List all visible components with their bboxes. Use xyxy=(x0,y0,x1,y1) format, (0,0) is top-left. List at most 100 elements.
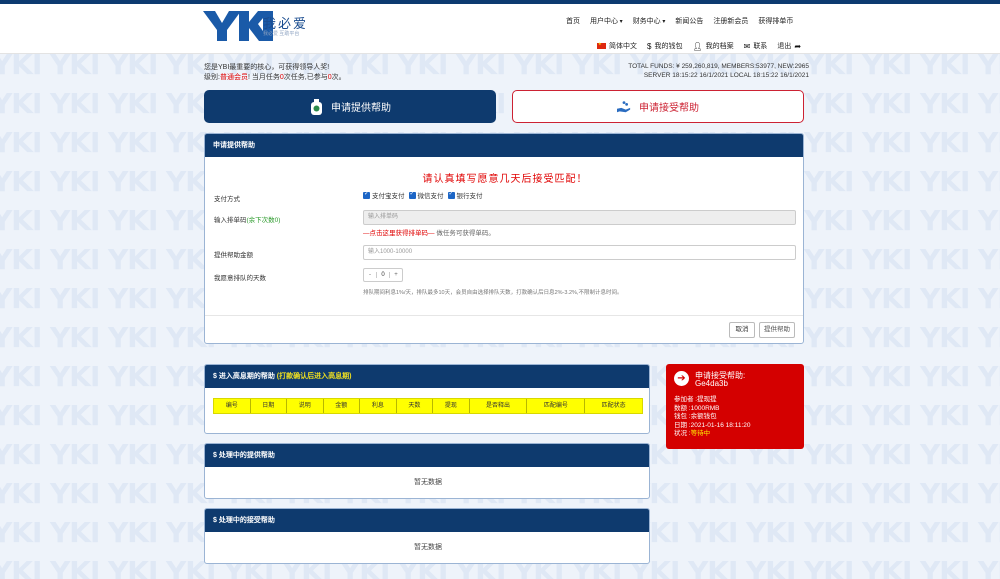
watermark-tile: YKI xyxy=(920,321,970,354)
share-arrow-icon: ➦ xyxy=(794,41,802,51)
watermark-tile: YKI xyxy=(50,165,100,198)
form-title: 申请提供帮助 xyxy=(205,134,803,157)
col-amount: 金额 xyxy=(324,399,361,413)
watermark-tile: YKI xyxy=(804,165,854,198)
watermark-tile: YKI xyxy=(920,399,970,432)
watermark-tile: YKI xyxy=(108,360,158,393)
main-nav: 首页 用户中心 财务中心 新闻公告 注册新会员 获得排单币 xyxy=(566,16,803,26)
language-selector[interactable]: 简体中文 xyxy=(597,41,637,51)
watermark-tile: YKI xyxy=(920,438,970,471)
site-stats: TOTAL FUNDS: ¥ 259,260,819, MEMBERS:5397… xyxy=(628,62,809,80)
col-date: 日期 xyxy=(251,399,288,413)
nav-news[interactable]: 新闻公告 xyxy=(675,16,703,26)
watermark-tile: YKI xyxy=(340,54,390,81)
high-interest-note: (打款确认后进入高息期) xyxy=(276,373,352,380)
watermark-tile: YKI xyxy=(0,360,42,393)
envelope-icon: ✉ xyxy=(743,41,751,51)
watermark-tile: YKI xyxy=(978,54,1000,81)
provide-help-button[interactable]: 申请提供帮助 xyxy=(204,90,496,123)
watermark-tile: YKI xyxy=(920,555,970,579)
nav-home[interactable]: 首页 xyxy=(566,16,580,26)
watermark-tile: YKI xyxy=(0,321,42,354)
processing-provide-panel: $ 处理中的提供帮助 暂无数据 xyxy=(204,443,650,499)
watermark-tile: YKI xyxy=(862,399,912,432)
watermark-tile: YKI xyxy=(862,321,912,354)
receive-help-button[interactable]: 申请接受帮助 xyxy=(512,90,804,123)
alipay-checkbox[interactable] xyxy=(363,190,370,199)
nav-register[interactable]: 注册新会员 xyxy=(713,16,748,26)
watermark-tile: YKI xyxy=(50,204,100,237)
nav-user-center[interactable]: 用户中心 xyxy=(590,16,623,26)
watermark-tile: YKI xyxy=(746,516,796,549)
request-card-code: Ge4da3b xyxy=(695,379,728,388)
watermark-tile: YKI xyxy=(804,243,854,276)
high-interest-panel: $ 进入高息期的帮助 (打款确认后进入高息期) 编号 日期 说明 金额 利息 天… xyxy=(204,364,650,434)
watermark-tile: YKI xyxy=(0,477,42,510)
queue-days-stepper[interactable]: - 0 + xyxy=(363,268,403,282)
watermark-tile: YKI xyxy=(50,243,100,276)
receive-request-card[interactable]: ➔ 申请接受帮助: Ge4da3b 参加者 :提现提 数额 :1000RMB 钱… xyxy=(666,364,804,449)
queue-code-remaining: (余下次数0) xyxy=(246,217,281,224)
watermark-tile: YKI xyxy=(50,555,100,579)
watermark-tile: YKI xyxy=(50,477,100,510)
watermark-tile: YKI xyxy=(978,321,1000,354)
china-flag-icon xyxy=(597,41,606,49)
receive-help-label: 申请接受帮助 xyxy=(639,103,699,114)
watermark-tile: YKI xyxy=(108,87,158,120)
watermark-tile: YKI xyxy=(978,282,1000,315)
bank-label: 银行支付 xyxy=(456,193,483,200)
watermark-tile: YKI xyxy=(862,87,912,120)
watermark-tile: YKI xyxy=(108,438,158,471)
watermark-tile: YKI xyxy=(0,399,42,432)
watermark-tile: YKI xyxy=(108,321,158,354)
contact-link[interactable]: ✉ 联系 xyxy=(744,41,768,51)
queue-code-label: 输入排单码(余下次数0) xyxy=(214,214,280,224)
watermark-tile: YKI xyxy=(978,438,1000,471)
cancel-button[interactable]: 取消 xyxy=(729,322,755,338)
user-icon: 👤︎ xyxy=(692,41,703,51)
language-label: 简体中文 xyxy=(609,43,637,50)
watermark-tile: YKI xyxy=(862,165,912,198)
amount-input[interactable]: 输入1000-10000 xyxy=(363,245,796,260)
nav-finance-center[interactable]: 财务中心 xyxy=(633,16,666,26)
watermark-tile: YKI xyxy=(862,360,912,393)
request-wallet: 钱包 :余额钱包 xyxy=(674,413,717,420)
watermark-tile: YKI xyxy=(862,204,912,237)
watermark-tile: YKI xyxy=(862,516,912,549)
days-minus-button[interactable]: - xyxy=(364,272,376,278)
nav-get-coins[interactable]: 获得排单币 xyxy=(758,16,793,26)
watermark-tile: YKI xyxy=(920,282,970,315)
watermark-tile: YKI xyxy=(920,87,970,120)
days-value: 0 xyxy=(376,272,390,278)
logout-link[interactable]: 退出 ➦ xyxy=(777,41,804,51)
watermark-tile: YKI xyxy=(978,126,1000,159)
watermark-tile: YKI xyxy=(0,555,42,579)
watermark-tile: YKI xyxy=(0,516,42,549)
get-code-link[interactable]: —点击这里获得排单码— 做任务可获得单码。 xyxy=(363,227,495,237)
watermark-tile: YKI xyxy=(108,516,158,549)
watermark-tile: YKI xyxy=(0,243,42,276)
watermark-tile: YKI xyxy=(108,204,158,237)
watermark-tile: YKI xyxy=(978,243,1000,276)
request-card-details: 参加者 :提现提 数额 :1000RMB 钱包 :余额钱包 日期 :2021-0… xyxy=(674,396,751,439)
bank-checkbox[interactable] xyxy=(447,190,455,199)
watermark-tile: YKI xyxy=(978,477,1000,510)
watermark-tile: YKI xyxy=(50,126,100,159)
watermark-tile: YKI xyxy=(920,165,970,198)
wechat-checkbox[interactable] xyxy=(408,190,416,199)
submit-provide-button[interactable]: 提供帮助 xyxy=(759,322,795,338)
watermark-tile: YKI xyxy=(0,126,42,159)
alipay-label: 支付宝支付 xyxy=(372,193,405,200)
watermark-tile: YKI xyxy=(108,243,158,276)
watermark-tile: YKI xyxy=(572,54,622,81)
watermark-tile: YKI xyxy=(0,165,42,198)
watermark-tile: YKI xyxy=(0,204,42,237)
watermark-tile: YKI xyxy=(804,399,854,432)
hand-coins-icon xyxy=(617,99,631,115)
form-footer xyxy=(205,315,803,343)
watermark-tile: YKI xyxy=(108,282,158,315)
profile-link[interactable]: 👤︎ 我的档案 xyxy=(692,41,733,51)
days-plus-button[interactable]: + xyxy=(390,272,402,278)
queue-code-input[interactable]: 输入排单码 xyxy=(363,210,796,225)
wallet-link[interactable]: $ 我的钱包 xyxy=(647,41,682,51)
